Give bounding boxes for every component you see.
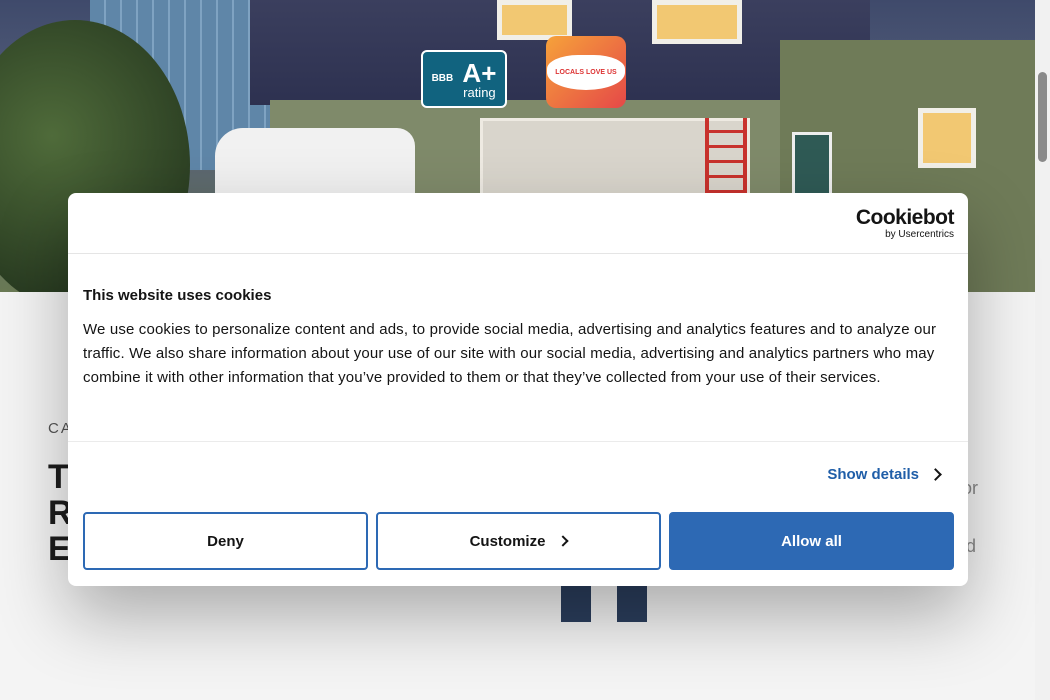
customize-button[interactable]: Customize: [376, 512, 661, 570]
dialog-title: This website uses cookies: [83, 287, 272, 304]
dialog-header: Cookiebot by Usercentrics: [68, 193, 968, 254]
chevron-right-icon: [557, 535, 570, 547]
award-heart-text: LOCALS LOVE US: [547, 54, 625, 90]
show-details-link[interactable]: Show details: [827, 466, 942, 483]
cookiebot-logo[interactable]: Cookiebot by Usercentrics: [855, 206, 955, 241]
dialog-body: This website uses cookies We use cookies…: [68, 254, 968, 442]
customize-button-label: Customize: [469, 532, 546, 550]
chevron-right-icon: [929, 468, 942, 481]
bbb-logo: BBB: [431, 73, 454, 84]
window: [497, 0, 572, 40]
allow-all-button-label: Allow all: [781, 532, 842, 550]
logo-subtitle: by Usercentrics: [885, 229, 954, 240]
bbb-rating-badge: BBB A+ rating: [421, 50, 507, 108]
details-row: Show details: [68, 442, 968, 512]
show-details-label: Show details: [827, 466, 919, 483]
deny-button[interactable]: Deny: [83, 512, 368, 570]
people-image-fragment: [557, 584, 677, 622]
deny-button-label: Deny: [207, 532, 244, 550]
allow-all-button[interactable]: Allow all: [669, 512, 954, 570]
window: [918, 108, 976, 168]
front-door: [792, 132, 832, 202]
logo-brand: Cookiebot: [855, 206, 955, 229]
bbb-rating-label: rating: [463, 84, 496, 100]
dialog-button-row: Deny Customize Allow all: [83, 512, 954, 570]
window: [652, 0, 742, 44]
scrollbar-track[interactable]: [1035, 0, 1050, 700]
cookie-consent-dialog: Cookiebot by Usercentrics This website u…: [68, 193, 968, 586]
bbb-grade: A+: [462, 57, 497, 88]
dialog-description: We use cookies to personalize content an…: [83, 321, 937, 386]
scrollbar-thumb[interactable]: [1038, 72, 1047, 162]
locals-love-us-badge: LOCALS LOVE US: [546, 36, 626, 108]
